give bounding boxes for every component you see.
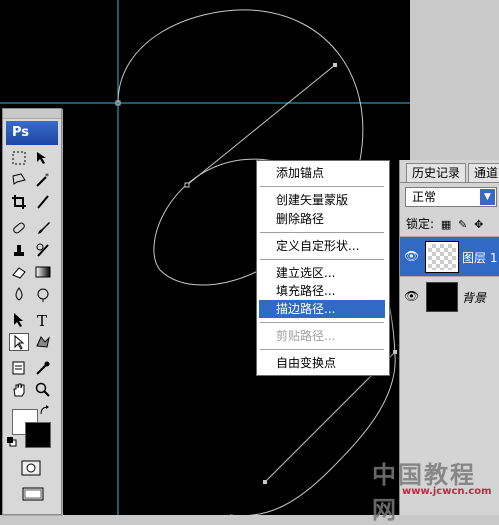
menu-separator [260, 322, 384, 323]
menu-item-free-transform-points[interactable]: 自由变换点 [259, 354, 385, 372]
tab-history[interactable]: 历史记录 [406, 163, 467, 182]
blend-mode-value: 正常 [412, 190, 437, 204]
direct-selection-tool-icon[interactable] [9, 333, 29, 351]
healing-brush-tool-icon[interactable] [9, 219, 29, 237]
watermark-url: www.jcwcn.com [402, 486, 492, 497]
direction-handle[interactable] [333, 63, 337, 67]
custom-shape-tool-icon[interactable] [33, 333, 53, 351]
lock-paint-icon[interactable]: ✎ [458, 216, 467, 234]
marquee-tool-icon[interactable] [9, 149, 29, 167]
screen-mode-icon[interactable] [21, 485, 45, 503]
menu-item-fill-path[interactable]: 填充路径... [259, 282, 385, 300]
menu-item-make-selection[interactable]: 建立选区... [259, 264, 385, 282]
gradient-tool-icon[interactable] [33, 263, 53, 281]
hand-tool-icon[interactable] [9, 381, 29, 399]
slice-tool-icon[interactable] [33, 193, 53, 211]
menu-separator [260, 232, 384, 233]
menu-item-delete-path[interactable]: 删除路径 [259, 210, 385, 228]
menu-separator [260, 186, 384, 187]
ps-logo[interactable]: Ps [6, 121, 58, 145]
magic-wand-tool-icon[interactable]: * [33, 171, 53, 189]
crop-tool-icon[interactable] [9, 193, 29, 211]
blend-mode-select[interactable]: 正常 ▼ [405, 187, 497, 207]
zoom-tool-icon[interactable] [33, 381, 53, 399]
menu-separator [260, 349, 384, 350]
menu-separator [260, 259, 384, 260]
svg-text:*: * [45, 172, 49, 181]
path-selection-tool-icon[interactable] [9, 311, 29, 329]
notes-tool-icon[interactable] [9, 359, 29, 377]
panel-tabs: 历史记录 通道 [400, 160, 499, 183]
background-color-swatch[interactable] [25, 422, 51, 448]
history-brush-tool-icon[interactable] [33, 241, 53, 259]
layer-name: 背景 [462, 291, 487, 305]
panel-grip[interactable] [3, 109, 61, 119]
tools-panel: Ps * T [2, 108, 62, 515]
svg-text:T: T [37, 312, 47, 328]
move-tool-icon[interactable] [33, 149, 53, 167]
menu-item-stroke-path[interactable]: 描边路径... [259, 300, 385, 318]
lock-position-icon[interactable]: ✥ [474, 216, 483, 234]
layer-row[interactable]: 👁 图层 1 [400, 236, 499, 276]
eye-icon[interactable]: 👁 [404, 249, 419, 263]
menu-item-create-vector-mask[interactable]: 创建矢量蒙版 [259, 191, 385, 209]
direction-handle[interactable] [393, 350, 397, 354]
layer-thumbnail [426, 282, 458, 312]
path-context-menu: 添加锚点 创建矢量蒙版 删除路径 定义自定形状... 建立选区... 填充路径.… [256, 160, 390, 376]
layer-name: 图层 1 [462, 251, 498, 265]
anchor-point[interactable] [184, 182, 190, 188]
lock-transparency-icon[interactable]: ▦ [441, 216, 451, 234]
eyedropper-tool-icon[interactable] [33, 359, 53, 377]
menu-item-clipping-path: 剪贴路径... [276, 329, 336, 343]
menu-item-add-anchor-point[interactable]: 添加锚点 [259, 164, 385, 182]
default-colors-icon[interactable] [7, 437, 17, 447]
lasso-tool-icon[interactable] [9, 171, 29, 189]
anchor-point[interactable] [263, 480, 267, 484]
quick-mask-icon[interactable] [21, 459, 41, 477]
blur-tool-icon[interactable] [9, 285, 29, 303]
workspace-background [410, 0, 499, 160]
brush-tool-icon[interactable] [33, 219, 53, 237]
lock-row: 锁定: ▦ ✎ ✥ [406, 215, 483, 233]
layer-row[interactable]: 👁 背景 [400, 276, 499, 316]
swap-colors-icon[interactable] [39, 405, 51, 417]
lock-label: 锁定: [406, 217, 435, 231]
type-tool-icon[interactable]: T [33, 311, 53, 329]
menu-item-define-custom-shape[interactable]: 定义自定形状... [259, 237, 385, 255]
chevron-down-icon[interactable]: ▼ [480, 189, 495, 205]
eye-icon[interactable]: 👁 [404, 289, 419, 303]
layer-thumbnail [425, 241, 459, 273]
tab-channels[interactable]: 通道 [468, 163, 499, 182]
dodge-tool-icon[interactable] [33, 285, 53, 303]
eraser-tool-icon[interactable] [9, 263, 29, 281]
clone-stamp-tool-icon[interactable] [9, 241, 29, 259]
